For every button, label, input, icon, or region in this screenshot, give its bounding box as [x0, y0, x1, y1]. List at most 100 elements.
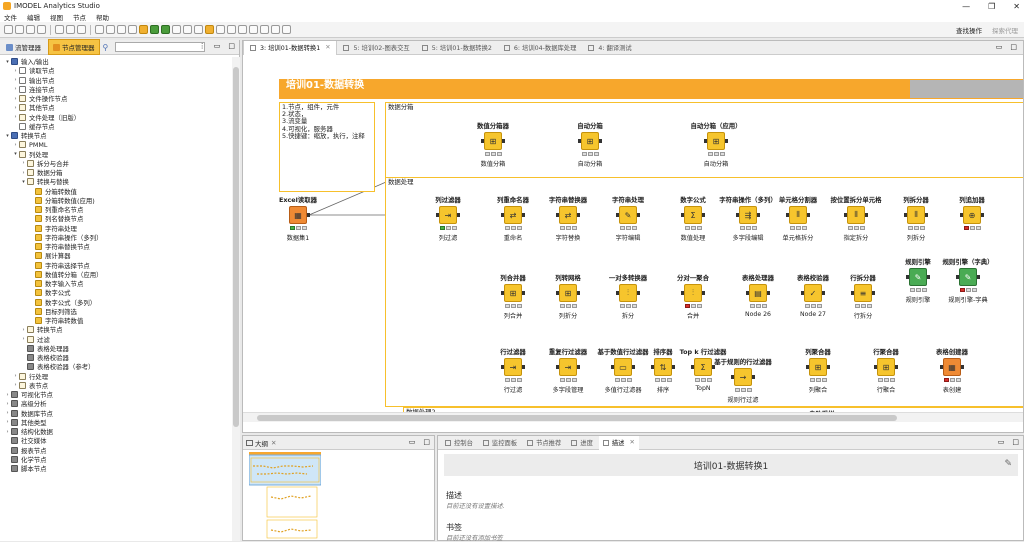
- workflow-node[interactable]: 分对一聚合 ⫶ 合并: [668, 273, 718, 323]
- new-icon[interactable]: [4, 25, 13, 34]
- workflow-node[interactable]: 列聚合器 ⊞ 列聚合: [793, 347, 843, 397]
- bottom-tab[interactable]: 描述 ✕: [598, 435, 639, 450]
- output-port[interactable]: [925, 213, 928, 217]
- output-port[interactable]: [637, 213, 640, 217]
- zoom-out-icon[interactable]: [106, 25, 115, 34]
- tree-item[interactable]: › 文件操作节点: [0, 94, 232, 103]
- output-port[interactable]: [822, 291, 825, 295]
- chevron-right-icon[interactable]: ›: [20, 336, 27, 342]
- tab-node-manager[interactable]: 节点管理器: [48, 39, 100, 55]
- tree-item[interactable]: 字符串处理: [0, 224, 232, 233]
- tree-item[interactable]: 分箱转数值: [0, 187, 232, 196]
- workflow-node[interactable]: 列追加器 ⊕: [947, 195, 997, 245]
- node-icon[interactable]: ⇄: [504, 206, 522, 224]
- maximize-icon[interactable]: □: [1010, 43, 1017, 51]
- editor-tab[interactable]: 5: 培训01-数据转换2: [416, 41, 498, 55]
- node-icon[interactable]: ⫴: [907, 206, 925, 224]
- minimize-icon[interactable]: ▭: [998, 438, 1005, 446]
- close-icon[interactable]: ✕: [325, 44, 330, 51]
- tree-item[interactable]: 报表节点: [0, 446, 232, 455]
- tree-item[interactable]: 数字公式: [0, 288, 232, 297]
- node-icon[interactable]: ⫴: [789, 206, 807, 224]
- node-icon[interactable]: ⊞: [809, 358, 827, 376]
- tree-scrollbar[interactable]: [232, 57, 240, 541]
- tab-outline[interactable]: 大纲: [255, 438, 268, 448]
- workflow-node[interactable]: 基于规则的行过滤器 → 规则行过滤: [714, 357, 772, 407]
- workflow-node[interactable]: 规则引擎（字典） ✎ 规则引擎-字典: [942, 257, 993, 307]
- tree-item[interactable]: › 行处理: [0, 372, 232, 381]
- chevron-down-icon[interactable]: ▾: [4, 59, 11, 65]
- output-port[interactable]: [577, 291, 580, 295]
- zoom-in-icon[interactable]: [95, 25, 104, 34]
- chevron-down-icon[interactable]: ▾: [20, 179, 27, 185]
- chevron-right-icon[interactable]: ›: [12, 114, 19, 120]
- node-search-input[interactable]: [115, 42, 206, 52]
- delete-icon[interactable]: [77, 25, 86, 34]
- tree-item[interactable]: › 过滤: [0, 335, 232, 344]
- tree-item[interactable]: › 数据分箱: [0, 168, 232, 177]
- annotation-banner[interactable]: 培训01-数据转换: [279, 79, 1023, 99]
- open-icon[interactable]: [15, 25, 24, 34]
- settings-icon[interactable]: [282, 25, 291, 34]
- explore-agent-button[interactable]: 探索代理: [992, 25, 1018, 35]
- node-icon[interactable]: Σ: [684, 206, 702, 224]
- minimize-icon[interactable]: ▭: [214, 42, 221, 50]
- menu-file[interactable]: 文件: [4, 12, 17, 22]
- pause-icon[interactable]: [249, 25, 258, 34]
- chevron-right-icon[interactable]: ›: [20, 327, 27, 333]
- node-icon[interactable]: ⇶: [739, 206, 757, 224]
- output-port[interactable]: [702, 213, 705, 217]
- tree-item[interactable]: 目标列筛选: [0, 307, 232, 316]
- tree-item[interactable]: 分箱转数值(应用): [0, 196, 232, 205]
- workflow-node[interactable]: 字符串处理 ✎ 字符编辑: [603, 195, 653, 245]
- editor-tab[interactable]: 4: 翻译测试: [582, 41, 637, 55]
- tree-item[interactable]: › 可视化节点: [0, 390, 232, 399]
- tree-item[interactable]: 字符串操作（多列）: [0, 233, 232, 242]
- node-icon[interactable]: →: [734, 368, 752, 386]
- menu-edit[interactable]: 编辑: [27, 12, 40, 22]
- menu-help[interactable]: 帮助: [96, 12, 109, 22]
- output-port[interactable]: [577, 365, 580, 369]
- node-icon[interactable]: ⫴: [847, 206, 865, 224]
- output-port[interactable]: [725, 139, 728, 143]
- execute-icon[interactable]: [150, 25, 159, 34]
- output-port[interactable]: [757, 213, 760, 217]
- workflow-canvas[interactable]: 培训01-数据转换 1.节点，组件，元件 2.状态， 3.流变量 4.可视化，服务…: [243, 55, 1023, 422]
- workflow-node[interactable]: 行聚合器 ⊞ 行聚合: [861, 347, 911, 397]
- bottom-tab[interactable]: 进度: [567, 436, 597, 450]
- chevron-right-icon[interactable]: ›: [4, 429, 11, 435]
- tree-item[interactable]: › 其他节点: [0, 103, 232, 112]
- chevron-right-icon[interactable]: ›: [12, 105, 19, 111]
- reset-icon[interactable]: [194, 25, 203, 34]
- workflow-node[interactable]: 自动分箱（应用） ⊞ 自动分箱: [690, 121, 741, 171]
- tree-item[interactable]: 表格处理器: [0, 344, 232, 353]
- align-icon[interactable]: [128, 25, 137, 34]
- cancel-icon[interactable]: [172, 25, 181, 34]
- tree-item[interactable]: › 文件处理（旧版）: [0, 113, 232, 122]
- tree-item[interactable]: 展计算器: [0, 251, 232, 260]
- minimize-icon[interactable]: —: [962, 2, 970, 11]
- bottom-tab[interactable]: 节点推荐: [523, 436, 565, 450]
- scrollbar-thumb[interactable]: [257, 415, 897, 421]
- node-icon[interactable]: ⫶: [619, 284, 637, 302]
- node-icon[interactable]: ▦: [943, 358, 961, 376]
- node-icon[interactable]: ✎: [959, 268, 977, 286]
- node-icon[interactable]: ≡: [854, 284, 872, 302]
- loop-icon[interactable]: [238, 25, 247, 34]
- output-port[interactable]: [522, 291, 525, 295]
- grid-icon[interactable]: [117, 25, 126, 34]
- tree-item[interactable]: 脚本节点: [0, 464, 232, 473]
- node-icon[interactable]: ⊞: [559, 284, 577, 302]
- bottom-tab[interactable]: 监控面板: [479, 436, 521, 450]
- tree-item[interactable]: 列重命名节点: [0, 205, 232, 214]
- outline-minimap[interactable]: [248, 452, 322, 540]
- output-port[interactable]: [502, 139, 505, 143]
- workflow-node[interactable]: 数值分箱器 ⊞ 数值分箱: [468, 121, 518, 171]
- output-port[interactable]: [632, 365, 635, 369]
- chevron-right-icon[interactable]: ›: [12, 142, 19, 148]
- output-port[interactable]: [599, 139, 602, 143]
- execute-all-icon[interactable]: [161, 25, 170, 34]
- tree-item[interactable]: › 结构化数据: [0, 427, 232, 436]
- canvas-hscrollbar[interactable]: [243, 412, 1023, 422]
- tree-item[interactable]: 字符串替换节点: [0, 242, 232, 251]
